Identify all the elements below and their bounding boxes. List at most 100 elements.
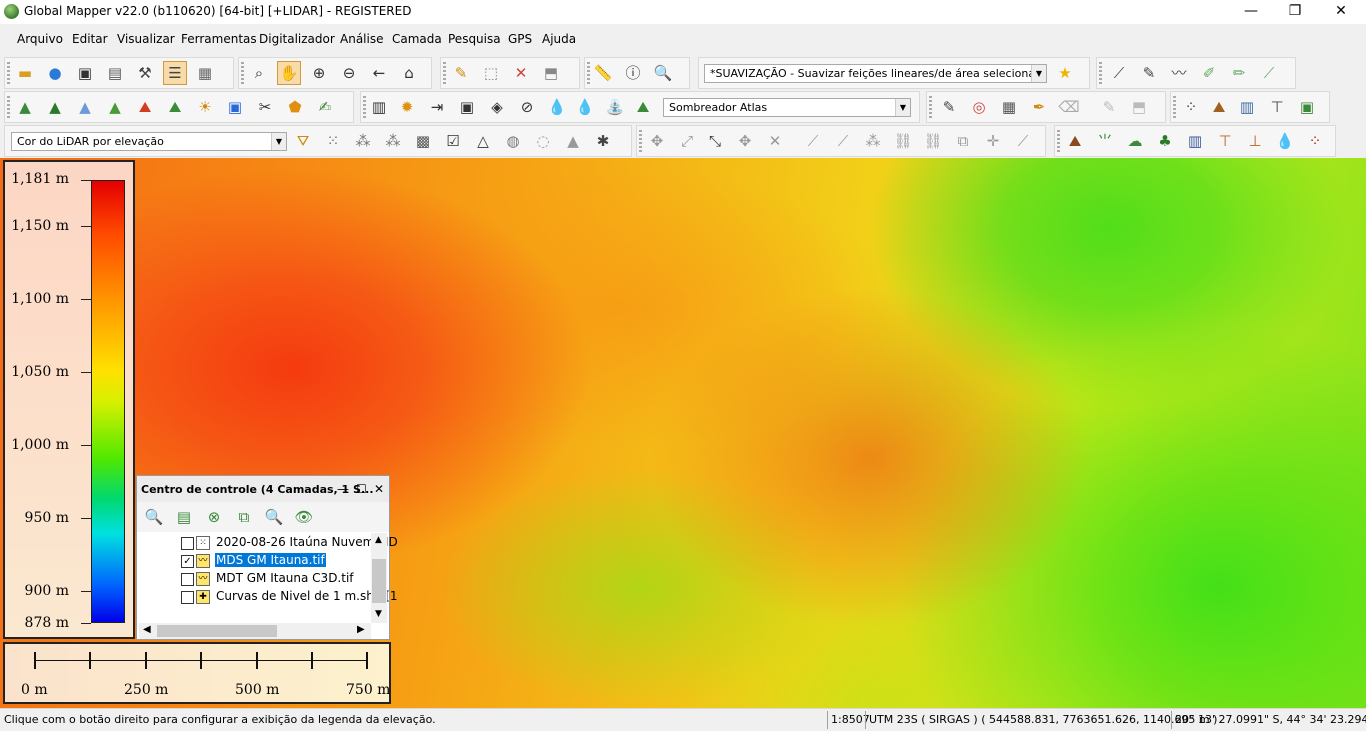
select-box-icon[interactable]: ⬚ (479, 61, 503, 85)
star-favorite-icon[interactable]: ★ (1053, 61, 1077, 85)
find-points-icon[interactable]: ⁂ (351, 129, 375, 153)
create-area-icon[interactable]: ✏ (1227, 61, 1251, 85)
wrench-icon[interactable]: ⚒ (133, 61, 157, 85)
scroll-left-icon[interactable]: ◀ (143, 624, 151, 635)
grid-points-icon[interactable]: ▩ (411, 129, 435, 153)
sun-lighting-icon[interactable]: ✹ (395, 95, 419, 119)
zoom-to-layer-icon[interactable]: 🔍 (143, 506, 165, 528)
ruler-edit-icon[interactable]: ⟋ (1011, 129, 1035, 153)
target-icon[interactable]: ◎ (967, 95, 991, 119)
noise-circle-icon[interactable]: ◌ (531, 129, 555, 153)
zoom-box-icon[interactable]: ⌕ (247, 61, 271, 85)
shapes-icon[interactable]: ⬟ (283, 95, 307, 119)
panel-maximize-button[interactable]: ☐ (356, 482, 367, 496)
pan-hand-icon[interactable]: ✋ (277, 61, 301, 85)
smooth-line-icon[interactable]: ⟋ (1257, 61, 1281, 85)
building-icon[interactable]: ▥ (1183, 129, 1207, 153)
layer-list-horizontal-scrollbar[interactable]: ◀ ▶ (139, 623, 371, 639)
water-level-icon[interactable]: 💧 (573, 95, 597, 119)
home-icon[interactable]: ⌂ (397, 61, 421, 85)
shrub-icon[interactable]: ☁ (1123, 129, 1147, 153)
export-icon[interactable]: ▣ (1295, 95, 1319, 119)
zoom-in-icon[interactable]: ⊕ (307, 61, 331, 85)
info-icon[interactable]: ⓘ (621, 61, 645, 85)
eraser-icon[interactable]: ⌫ (1057, 95, 1081, 119)
minimize-button[interactable]: — (1228, 0, 1274, 24)
menu-arquivo[interactable]: Arquivo (17, 32, 63, 46)
rotate-nodes-icon[interactable]: ⛓ (921, 129, 945, 153)
filter-icon[interactable]: ⛛ (291, 129, 315, 153)
toolbar-grip[interactable] (443, 62, 446, 84)
cube-icon[interactable]: ◈ (485, 95, 509, 119)
search-document-icon[interactable]: 🔍 (651, 61, 675, 85)
ground-icon[interactable]: ⛰ (1063, 129, 1087, 153)
move-vertex-icon[interactable]: ✥ (733, 129, 757, 153)
restore-button[interactable]: ❐ (1272, 0, 1318, 24)
view-shed-icon[interactable]: ▲ (43, 95, 67, 119)
contour-icon[interactable]: ⛰ (163, 95, 187, 119)
zoom-out-icon[interactable]: ⊖ (337, 61, 361, 85)
globe-icon[interactable]: ● (43, 61, 67, 85)
power-pole-icon[interactable]: ⊤ (1213, 129, 1237, 153)
3d-view-icon[interactable]: ▣ (455, 95, 479, 119)
close-button[interactable]: ✕ (1318, 0, 1364, 24)
edit-terrain-icon[interactable]: ✍ (313, 95, 337, 119)
lidar-color-select[interactable]: Cor do LiDAR por elevação ▼ (11, 132, 287, 151)
elevation-legend[interactable]: 1,181 m 1,150 m 1,100 m 1,050 m 1,000 m … (3, 160, 135, 639)
menu-gps[interactable]: GPS (508, 32, 532, 46)
add-vertex-icon[interactable]: ⟋ (831, 129, 855, 153)
toolbar-grip[interactable] (639, 130, 642, 152)
close-layer-icon[interactable]: ⊗ (203, 506, 225, 528)
grid-icon[interactable]: ▦ (997, 95, 1021, 119)
watershed-icon[interactable]: ▲ (73, 95, 97, 119)
crosshair-icon[interactable]: ✛ (981, 129, 1005, 153)
map-layout-icon[interactable]: ▤ (103, 61, 127, 85)
toolbar-grip[interactable] (929, 96, 932, 118)
volume-icon[interactable]: ▲ (103, 95, 127, 119)
toolbar-grip[interactable] (1099, 62, 1102, 84)
menu-pesquisa[interactable]: Pesquisa (448, 32, 501, 46)
move-icon[interactable]: ✥ (645, 129, 669, 153)
slope-icon[interactable]: ⊘ (515, 95, 539, 119)
create-line-icon[interactable]: ⟋ (1107, 61, 1131, 85)
panel-close-button[interactable]: ✕ (374, 482, 384, 496)
layer-search-icon[interactable]: 🔍 (263, 506, 285, 528)
window-layout-icon[interactable]: ▥ (367, 95, 391, 119)
line-edit-icon[interactable]: ⟋ (801, 129, 825, 153)
noise-points-icon[interactable]: ⁘ (1303, 129, 1327, 153)
point-density-icon[interactable]: ⁙ (321, 129, 345, 153)
triangle-icon[interactable]: △ (471, 129, 495, 153)
terrain-3d-icon[interactable]: ⛰ (1207, 95, 1231, 119)
connect-nodes-icon[interactable]: ⤡ (703, 129, 727, 153)
arrow-right-icon[interactable]: ⇥ (425, 95, 449, 119)
edit-area-icon[interactable]: ✐ (1197, 61, 1221, 85)
smoothing-select[interactable]: *SUAVIZAÇÃO - Suavizar feições lineares/… (704, 64, 1047, 83)
open-folder-icon[interactable]: ▬ (13, 61, 37, 85)
copy-shape-icon[interactable]: ⧉ (951, 129, 975, 153)
delete-feature-icon[interactable]: ✕ (509, 61, 533, 85)
toolbar-grip[interactable] (363, 96, 366, 118)
scroll-up-icon[interactable]: ▲ (375, 535, 382, 545)
control-center-header[interactable]: Centro de controle (4 Camadas, 1 S... — … (137, 476, 389, 502)
point-cloud-icon[interactable]: ⁘ (1179, 95, 1203, 119)
flood-icon[interactable]: ⛲ (603, 95, 627, 119)
utility-pole-icon[interactable]: ⊤ (1265, 95, 1289, 119)
scroll-thumb[interactable] (157, 625, 277, 637)
menu-editar[interactable]: Editar (72, 32, 108, 46)
ruler-icon[interactable]: 📏 (591, 61, 615, 85)
color-circle-icon[interactable]: ◍ (501, 129, 525, 153)
layer-copy-icon[interactable]: ⧉ (233, 506, 255, 528)
layer-checkbox[interactable] (181, 573, 194, 586)
resize-icon[interactable]: ⤢ (675, 129, 699, 153)
toolbar-grip[interactable] (241, 62, 244, 84)
toolbar-grip[interactable] (587, 62, 590, 84)
search-points-icon[interactable]: ⁂ (381, 129, 405, 153)
layer-list-vertical-scrollbar[interactable]: ▲ ▼ (371, 533, 387, 623)
save-icon[interactable]: ▣ (73, 61, 97, 85)
panel-minimize-button[interactable]: — (337, 482, 349, 496)
pyramid-icon[interactable]: ▲ (561, 129, 585, 153)
lidar-pencil-icon[interactable]: ✎ (937, 95, 961, 119)
toolbar-grip[interactable] (7, 62, 10, 84)
grass-icon[interactable]: ⺌ (1093, 129, 1117, 153)
layer-options-icon[interactable]: ▤ (173, 506, 195, 528)
